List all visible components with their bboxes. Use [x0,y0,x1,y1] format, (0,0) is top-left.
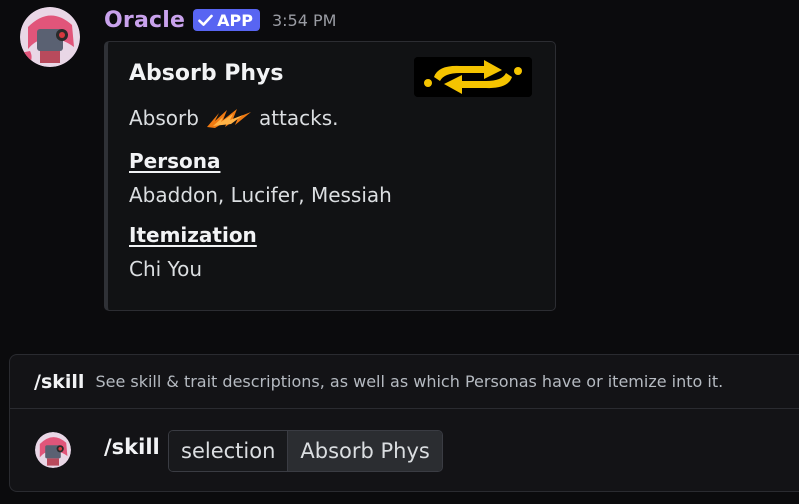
field-persona-name: Persona [129,149,221,173]
author-avatar[interactable] [20,7,80,67]
chat-view: Oracle APP 3:54 PM Absorb Phys Absorb at… [0,0,799,504]
field-itemization-value: Chi You [129,257,203,281]
absorb-arrows-icon [414,57,532,97]
command-panel: /skill See skill & trait descriptions, a… [9,354,799,492]
author-name[interactable]: Oracle [104,8,185,33]
embed-title: Absorb Phys [129,61,284,86]
bot-avatar-image [35,432,71,468]
phys-slash-icon [205,107,253,129]
description-text-start: Absorb [129,106,199,130]
suggestion-command: /skill [34,370,85,393]
input-command: /skill [104,435,160,459]
embed-description: Absorb attacks. [129,106,339,130]
message-timestamp[interactable]: 3:54 PM [272,11,336,30]
app-badge-label: APP [217,10,253,30]
verified-check-icon [198,14,213,26]
command-option[interactable]: selection Absorb Phys [168,430,443,472]
command-suggestion[interactable]: /skill See skill & trait descriptions, a… [10,355,799,409]
option-value[interactable]: Absorb Phys [288,431,442,471]
field-persona-value: Abaddon, Lucifer, Messiah [129,183,392,207]
field-itemization-name: Itemization [129,223,257,247]
app-badge: APP [193,9,260,31]
option-name: selection [169,431,289,471]
command-input[interactable]: /skill selection Absorb Phys [10,409,799,493]
skill-embed: Absorb Phys Absorb attacks. Persona Abad… [104,41,556,311]
bot-avatar [35,432,71,468]
avatar-image [20,7,80,67]
description-text-end: attacks. [258,106,339,130]
message-header: Oracle APP 3:54 PM [104,4,336,36]
suggestion-description: See skill & trait descriptions, as well … [95,372,724,391]
embed-thumbnail[interactable] [414,57,532,97]
